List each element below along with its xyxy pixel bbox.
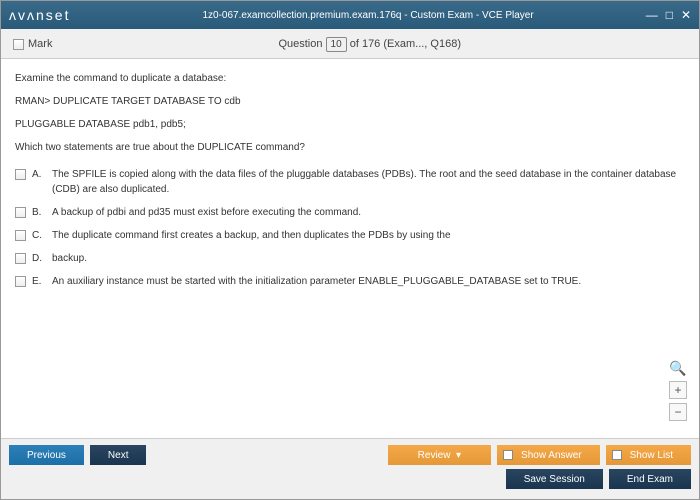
checkbox-icon[interactable]: [15, 230, 26, 241]
option-letter: C.: [32, 228, 46, 243]
option-e[interactable]: E. An auxiliary instance must be started…: [15, 272, 685, 291]
option-text: A backup of pdbi and pd35 must exist bef…: [52, 205, 361, 220]
zoom-controls: 🔍 + −: [669, 360, 687, 421]
footer-row-2: Save Session End Exam: [9, 469, 691, 489]
options-list: A. The SPFILE is copied along with the d…: [15, 165, 685, 291]
option-letter: E.: [32, 274, 46, 289]
question-prompt: Which two statements are true about the …: [15, 140, 685, 155]
option-text: The SPFILE is copied along with the data…: [52, 167, 685, 197]
option-text: backup.: [52, 251, 87, 266]
app-logo: ᴧvᴧnset: [9, 7, 70, 23]
option-text: The duplicate command first creates a ba…: [52, 228, 451, 243]
minimize-icon[interactable]: —: [646, 8, 658, 22]
command-line-2: PLUGGABLE DATABASE pdb1, pdb5;: [15, 117, 685, 132]
option-a[interactable]: A. The SPFILE is copied along with the d…: [15, 165, 685, 199]
window-title: 1z0-067.examcollection.premium.exam.176q…: [90, 10, 645, 21]
footer-bar: Previous Next Review ▾ Show Answer Show …: [1, 438, 699, 499]
window-controls: — □ ✕: [646, 8, 691, 22]
option-letter: A.: [32, 167, 46, 182]
question-number: 10: [326, 37, 347, 52]
option-text: An auxiliary instance must be started wi…: [52, 274, 581, 289]
previous-button[interactable]: Previous: [9, 445, 84, 465]
checkbox-icon[interactable]: [15, 276, 26, 287]
question-of-text: of 176 (Exam..., Q168): [350, 38, 461, 50]
show-list-button[interactable]: Show List: [606, 445, 691, 465]
option-b[interactable]: B. A backup of pdbi and pd35 must exist …: [15, 203, 685, 222]
mark-label: Mark: [28, 38, 52, 50]
checkbox-icon: [503, 450, 513, 460]
magnifier-icon[interactable]: 🔍: [669, 360, 686, 377]
option-letter: B.: [32, 205, 46, 220]
save-session-button[interactable]: Save Session: [506, 469, 603, 489]
option-letter: D.: [32, 251, 46, 266]
checkbox-icon: [612, 450, 622, 460]
intro-text: Examine the command to duplicate a datab…: [15, 71, 685, 86]
question-word: Question: [278, 38, 322, 50]
command-line-1: RMAN> DUPLICATE TARGET DATABASE TO cdb: [15, 94, 685, 109]
footer-row-1: Previous Next Review ▾ Show Answer Show …: [9, 445, 691, 465]
next-button[interactable]: Next: [90, 445, 147, 465]
checkbox-icon[interactable]: [15, 253, 26, 264]
checkbox-icon[interactable]: [15, 207, 26, 218]
question-header: Mark Question 10 of 176 (Exam..., Q168): [1, 29, 699, 59]
zoom-in-button[interactable]: +: [669, 381, 687, 399]
question-info: Question 10 of 176 (Exam..., Q168): [52, 38, 687, 50]
mark-area[interactable]: Mark: [13, 37, 52, 50]
close-icon[interactable]: ✕: [681, 8, 691, 22]
show-answer-button[interactable]: Show Answer: [497, 445, 600, 465]
zoom-out-button[interactable]: −: [669, 403, 687, 421]
option-d[interactable]: D. backup.: [15, 249, 685, 268]
maximize-icon[interactable]: □: [666, 8, 673, 22]
review-button[interactable]: Review ▾: [388, 445, 491, 465]
mark-checkbox[interactable]: [13, 39, 24, 50]
title-bar: ᴧvᴧnset 1z0-067.examcollection.premium.e…: [1, 1, 699, 29]
end-exam-button[interactable]: End Exam: [609, 469, 691, 489]
option-c[interactable]: C. The duplicate command first creates a…: [15, 226, 685, 245]
checkbox-icon[interactable]: [15, 169, 26, 180]
question-content: Examine the command to duplicate a datab…: [1, 59, 699, 419]
